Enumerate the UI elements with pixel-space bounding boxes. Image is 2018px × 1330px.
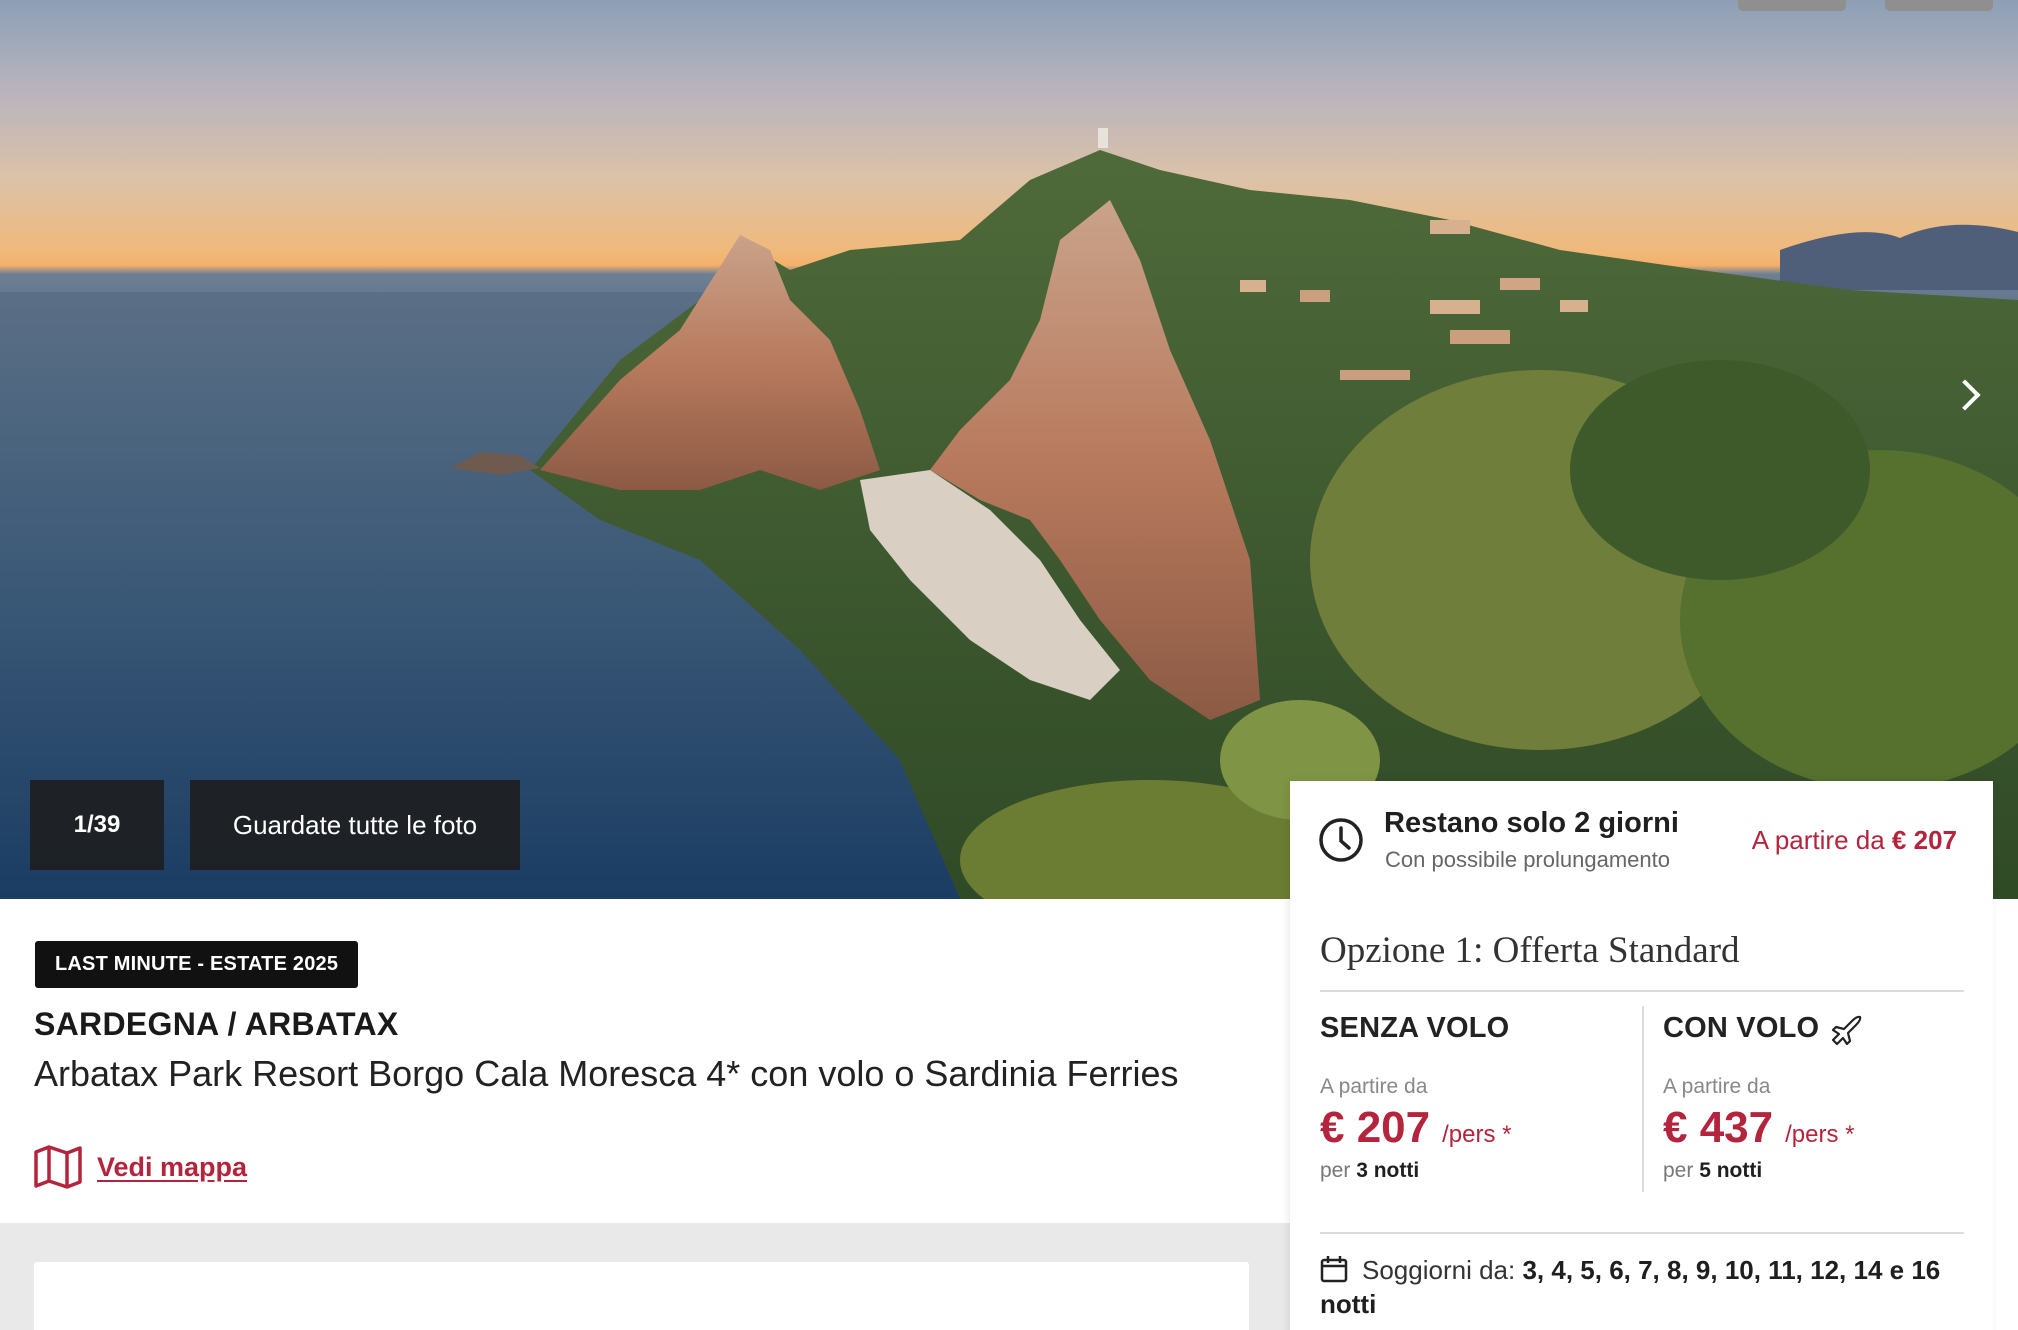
with-flight-price-unit: /pers *	[1785, 1121, 1855, 1148]
starting-price: A partire da € 207	[1752, 825, 1957, 856]
starting-price-value: € 207	[1891, 825, 1957, 855]
timer-subtitle: Con possibile prolungamento	[1385, 847, 1670, 872]
stays-divider	[1320, 1232, 1964, 1234]
without-flight-price-unit: /pers *	[1442, 1121, 1512, 1148]
view-map-label[interactable]: Vedi mappa	[97, 1152, 247, 1183]
with-flight-nights-value: 5 notti	[1699, 1159, 1763, 1182]
with-flight-nights: per 5 notti	[1663, 1159, 1983, 1183]
clock-icon	[1319, 818, 1363, 862]
next-photo-button[interactable]	[1949, 372, 1984, 424]
with-flight-per-label: per	[1663, 1159, 1694, 1182]
top-tab-right[interactable]	[1885, 0, 1993, 11]
starting-price-label: A partire da	[1751, 825, 1885, 855]
with-flight-from-label: A partire da	[1663, 1075, 1771, 1098]
map-icon	[34, 1145, 82, 1189]
location-heading: SARDEGNA / ARBATAX	[34, 1006, 399, 1042]
with-flight-heading: CON VOLO	[1663, 1012, 1983, 1045]
top-tab-left[interactable]	[1738, 0, 1846, 11]
view-all-photos-button[interactable]: Guardate tutte le foto	[190, 780, 520, 870]
stays-label: Soggiorni da:	[1362, 1255, 1516, 1285]
option-title: Opzione 1: Offerta Standard	[1320, 930, 1740, 971]
stay-durations: Soggiorni da: 3, 4, 5, 6, 7, 8, 9, 10, 1…	[1320, 1253, 1970, 1321]
without-flight-from-label: A partire da	[1320, 1075, 1428, 1098]
hero-photo[interactable]: 1/39 Guardate tutte le foto	[0, 0, 2018, 899]
view-map-link[interactable]: Vedi mappa	[33, 1144, 247, 1190]
without-flight-per-label: per	[1320, 1159, 1351, 1182]
offer-badge: LAST MINUTE - ESTATE 2025	[35, 941, 359, 988]
with-flight-price-amount: € 437	[1663, 1103, 1774, 1152]
without-flight-price-amount: € 207	[1320, 1103, 1431, 1152]
offer-page: 1/39 Guardate tutte le foto LAST MINUTE …	[0, 0, 2018, 1330]
landscape-illustration	[0, 128, 2018, 899]
without-flight-option[interactable]: SENZA VOLO A partire da € 207 /pers * pe…	[1320, 1012, 1640, 1183]
column-divider	[1642, 1006, 1644, 1192]
chevron-right-icon	[1949, 379, 1981, 411]
booking-panel: Restano solo 2 giorni Con possibile prol…	[1290, 781, 1993, 1330]
with-flight-option[interactable]: CON VOLO A partire da € 437 /pers * per …	[1663, 1012, 1983, 1183]
photo-counter: 1/39	[30, 780, 164, 870]
airplane-icon	[1832, 1015, 1862, 1045]
without-flight-price: € 207 /pers *	[1320, 1103, 1640, 1153]
without-flight-nights-value: 3 notti	[1356, 1159, 1420, 1182]
hotel-name: Arbatax Park Resort Borgo Cala Moresca 4…	[34, 1053, 1179, 1094]
without-flight-nights: per 3 notti	[1320, 1159, 1640, 1183]
without-flight-title: SENZA VOLO	[1320, 1012, 1510, 1044]
with-flight-price: € 437 /pers *	[1663, 1103, 1983, 1153]
timer-title: Restano solo 2 giorni	[1384, 807, 1679, 839]
with-flight-title: CON VOLO	[1663, 1012, 1820, 1044]
calendar-icon	[1320, 1256, 1348, 1283]
option-divider	[1320, 990, 1964, 992]
content-card	[34, 1262, 1249, 1330]
